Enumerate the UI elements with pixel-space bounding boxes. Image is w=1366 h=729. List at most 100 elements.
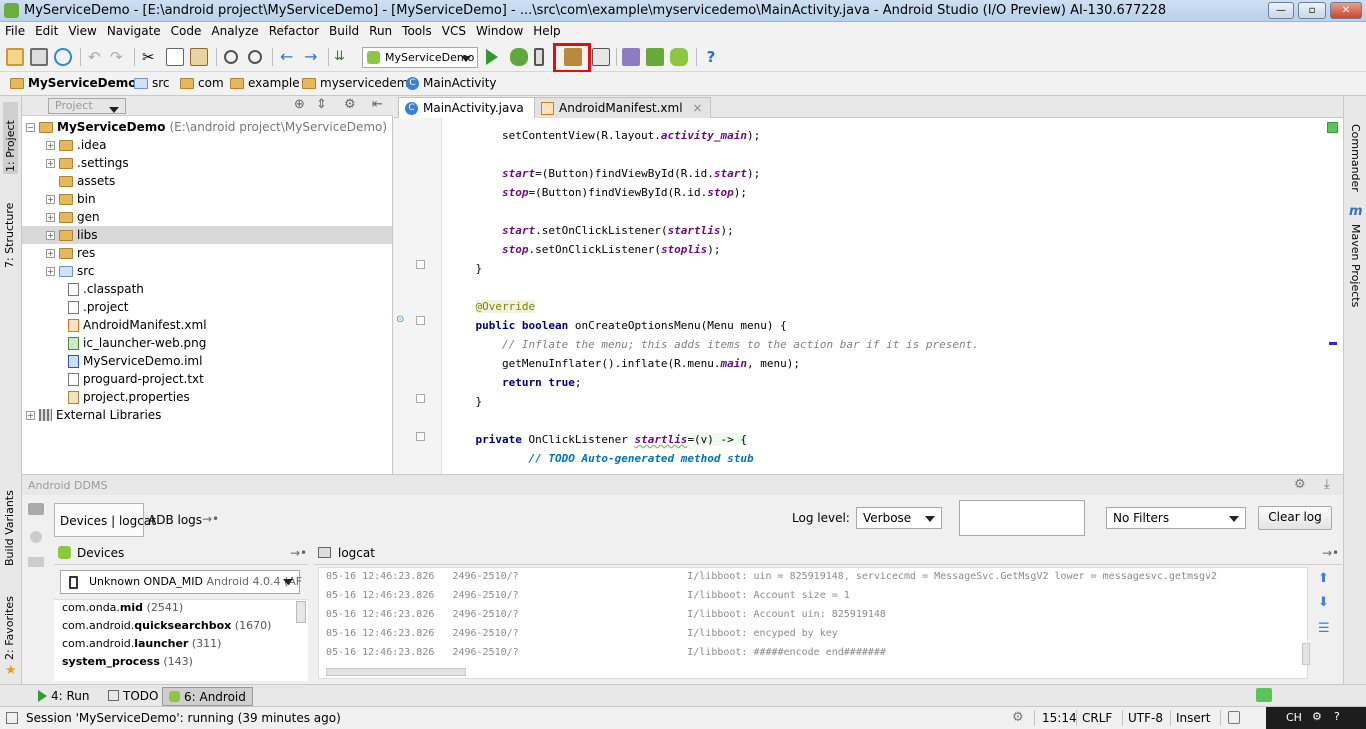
background-tasks-icon[interactable]: ⚙ — [1012, 710, 1024, 725]
copy-icon[interactable] — [166, 48, 184, 66]
favorites-tab[interactable]: 2: Favorites — [3, 588, 16, 660]
log-level-select[interactable]: Verbose — [856, 507, 942, 529]
crumb-src[interactable]: src — [134, 76, 170, 90]
project-view-select[interactable]: Project — [48, 98, 126, 114]
device-select[interactable]: Unknown ONDA_MID Android 4.0.4 (AF — [60, 570, 302, 594]
code-line[interactable]: } — [449, 262, 482, 281]
menu-tools[interactable]: Tools — [397, 22, 437, 40]
expand-icon[interactable]: + — [46, 212, 55, 222]
todo-tool-tab[interactable]: TODO — [102, 687, 164, 706]
tree-item[interactable]: + .settings — [46, 154, 129, 172]
ime-indicator[interactable]: CH ⚙ ? — [1266, 707, 1366, 729]
undo-icon[interactable]: ↶ — [88, 48, 106, 66]
crumb-com[interactable]: com — [180, 76, 224, 90]
pin-icon[interactable]: →• — [1322, 546, 1339, 560]
collapse-icon[interactable]: − — [26, 122, 35, 132]
make-project-icon[interactable]: ⇊ — [334, 48, 352, 66]
redo-icon[interactable]: ↷ — [110, 48, 128, 66]
menu-build[interactable]: Build — [324, 22, 364, 40]
menu-edit[interactable]: Edit — [30, 22, 63, 40]
crumb-project[interactable]: MyServiceDemo — [10, 76, 137, 90]
close-tab-icon[interactable]: × — [692, 101, 702, 115]
settings-gear-icon[interactable]: ⚙ — [1294, 477, 1306, 492]
run-tool-tab[interactable]: 4: Run — [32, 687, 96, 706]
process-item[interactable]: com.android.quicksearchbox (1670) — [62, 619, 271, 632]
screen-record-icon[interactable] — [28, 557, 44, 567]
tree-item[interactable]: + res — [46, 244, 95, 262]
menu-run[interactable]: Run — [364, 22, 397, 40]
crumb-mainactivity[interactable]: C MainActivity — [406, 76, 497, 90]
menu-code[interactable]: Code — [166, 22, 207, 40]
fold-marker[interactable] — [416, 316, 425, 325]
tree-item[interactable]: project.properties — [68, 388, 190, 406]
save-icon[interactable] — [30, 48, 48, 66]
attach-device-icon[interactable] — [534, 48, 544, 66]
open-folder-icon[interactable] — [6, 48, 24, 66]
hide-panel-icon[interactable]: ⤓ — [1324, 477, 1330, 492]
collapse-all-icon[interactable]: ⇕ — [316, 97, 327, 112]
tree-root[interactable]: − MyServiceDemo (E:\android project\MyServ… — [26, 118, 387, 136]
expand-icon[interactable]: + — [46, 266, 55, 276]
process-list-scrollbar[interactable] — [296, 601, 306, 623]
crumb-example[interactable]: example — [230, 76, 300, 90]
camera-icon[interactable] — [28, 503, 44, 515]
logcat-search-input[interactable] — [959, 500, 1085, 536]
debug-icon[interactable] — [510, 48, 528, 66]
file-encoding[interactable]: UTF-8 — [1128, 711, 1163, 725]
override-icon[interactable]: ⊙ — [396, 314, 404, 325]
find-icon[interactable] — [224, 50, 238, 64]
filter-select[interactable]: No Filters — [1106, 507, 1246, 529]
stop-icon[interactable] — [30, 531, 42, 543]
menu-navigate[interactable]: Navigate — [102, 22, 166, 40]
code-line[interactable]: private OnClickListener startlis=(v) -> … — [449, 433, 748, 452]
menu-help[interactable]: Help — [528, 22, 565, 40]
menu-window[interactable]: Window — [471, 22, 528, 40]
tool-window-toggle-icon[interactable] — [6, 712, 18, 724]
commander-tab[interactable]: Commander — [1349, 124, 1362, 192]
process-item[interactable]: system_process (143) — [62, 655, 193, 668]
fold-marker[interactable] — [416, 394, 425, 403]
tree-item[interactable]: .classpath — [68, 280, 144, 298]
tree-item[interactable]: + bin — [46, 190, 96, 208]
pin-icon[interactable]: →• — [202, 512, 219, 526]
tree-external-libraries[interactable]: + External Libraries — [26, 406, 161, 424]
close-window-button[interactable]: ✕ — [1330, 2, 1362, 19]
code-line[interactable]: } — [449, 395, 482, 414]
tab-adb-logs[interactable]: ADB logs →• — [144, 503, 219, 537]
logcat-hscrollbar[interactable] — [326, 668, 466, 676]
line-separator[interactable]: CRLF — [1082, 711, 1112, 725]
hide-panel-icon[interactable]: ⇤ — [372, 97, 383, 112]
code-line[interactable]: getMenuInflater().inflate(R.menu.main, m… — [449, 357, 800, 376]
logcat-vscrollbar[interactable] — [1302, 643, 1310, 665]
tree-item[interactable]: proguard-project.txt — [68, 370, 204, 388]
menu-file[interactable]: File — [0, 22, 30, 40]
tree-item[interactable]: MyServiceDemo.iml — [68, 352, 202, 370]
code-line[interactable]: // Inflate the menu; this adds items to … — [449, 338, 979, 357]
lock-icon[interactable] — [1228, 711, 1240, 724]
help-icon[interactable]: ? — [702, 48, 720, 66]
cut-icon[interactable]: ✂ — [142, 48, 160, 66]
tree-item[interactable]: .project — [68, 298, 128, 316]
insert-mode[interactable]: Insert — [1176, 711, 1210, 725]
expand-icon[interactable]: + — [46, 158, 55, 168]
sync-icon[interactable] — [54, 48, 72, 66]
expand-icon[interactable]: + — [46, 194, 55, 204]
menu-vcs[interactable]: VCS — [437, 22, 471, 40]
android-download-icon[interactable] — [646, 48, 664, 66]
process-item[interactable]: com.android.launcher (311) — [62, 637, 221, 650]
code-line[interactable]: return true; — [449, 376, 581, 395]
maximize-button[interactable]: ▫ — [1298, 2, 1326, 19]
forward-icon[interactable]: → — [304, 48, 322, 66]
android-tool-tab[interactable]: 6: Android — [162, 687, 253, 706]
tab-androidmanifest[interactable]: AndroidManifest.xml × — [534, 97, 712, 118]
run-config-select[interactable]: MyServiceDemo — [362, 47, 478, 68]
tab-devices-logcat[interactable]: Devices | logcat — [54, 503, 156, 537]
ime-help-icon[interactable]: ? — [1334, 710, 1340, 723]
logcat-output[interactable] — [318, 567, 1308, 679]
fold-marker[interactable] — [416, 260, 425, 269]
tree-item[interactable]: + gen — [46, 208, 100, 226]
scroll-top-icon[interactable]: ⬆ — [1318, 571, 1329, 586]
android-monitor-icon[interactable] — [670, 48, 688, 66]
expand-icon[interactable]: + — [46, 230, 55, 240]
code-line[interactable]: // TODO Auto-generated method stub — [449, 452, 753, 471]
